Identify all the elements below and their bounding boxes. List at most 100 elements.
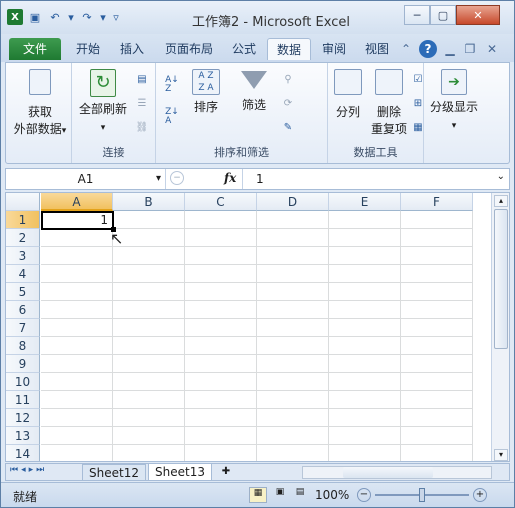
- cell[interactable]: [257, 409, 329, 427]
- horizontal-scrollbar[interactable]: [302, 466, 492, 479]
- tab-file[interactable]: 文件: [9, 38, 61, 60]
- cell[interactable]: [185, 319, 257, 337]
- normal-view-icon[interactable]: ▦: [249, 487, 267, 503]
- cell[interactable]: [113, 355, 185, 373]
- connections-icon[interactable]: ▤: [134, 71, 150, 87]
- expand-formula-bar-icon[interactable]: ⌄: [497, 171, 505, 182]
- cell[interactable]: [257, 319, 329, 337]
- cell[interactable]: [257, 247, 329, 265]
- cell[interactable]: [401, 301, 473, 319]
- cell[interactable]: [113, 229, 185, 247]
- cell[interactable]: [329, 301, 401, 319]
- cell[interactable]: [113, 391, 185, 409]
- cell[interactable]: [401, 265, 473, 283]
- cell[interactable]: [41, 427, 113, 445]
- cell[interactable]: [257, 391, 329, 409]
- zoom-slider-handle[interactable]: [419, 488, 425, 502]
- sheet-nav-icon[interactable]: ⏮◂▸⏭: [10, 465, 47, 475]
- cell[interactable]: [185, 445, 257, 461]
- cell[interactable]: [41, 319, 113, 337]
- cell[interactable]: [41, 247, 113, 265]
- row-header-8[interactable]: 8: [6, 337, 40, 355]
- row-header-12[interactable]: 12: [6, 409, 40, 427]
- cell[interactable]: [329, 247, 401, 265]
- page-break-view-icon[interactable]: ▤: [291, 487, 309, 503]
- cell[interactable]: [257, 265, 329, 283]
- vertical-scrollbar[interactable]: ▴ ▾: [491, 193, 509, 461]
- select-all-corner[interactable]: [6, 193, 40, 211]
- column-header-d[interactable]: D: [257, 193, 329, 211]
- help-icon[interactable]: ?: [419, 40, 437, 58]
- cell[interactable]: [41, 283, 113, 301]
- cell[interactable]: [41, 229, 113, 247]
- cell[interactable]: [401, 427, 473, 445]
- row-header-3[interactable]: 3: [6, 247, 40, 265]
- cell[interactable]: [185, 355, 257, 373]
- cell[interactable]: [329, 373, 401, 391]
- tab-insert[interactable]: 插入: [111, 38, 153, 60]
- tab-data[interactable]: 数据: [267, 38, 311, 60]
- collapse-ribbon-icon[interactable]: ⌃: [399, 38, 413, 60]
- zoom-level[interactable]: 100%: [315, 488, 349, 502]
- cell[interactable]: [329, 355, 401, 373]
- excel-logo-icon[interactable]: X: [7, 9, 23, 25]
- tab-view[interactable]: 视图: [357, 38, 397, 60]
- cell[interactable]: [113, 427, 185, 445]
- text-to-columns-button[interactable]: 分列: [330, 69, 366, 121]
- undo-icon[interactable]: ↶: [47, 9, 63, 25]
- cell[interactable]: [401, 337, 473, 355]
- tab-page-layout[interactable]: 页面布局: [157, 38, 221, 60]
- cell[interactable]: [41, 301, 113, 319]
- sort-ascending-icon[interactable]: A↓ Z: [162, 76, 182, 94]
- insert-sheet-icon[interactable]: ✚: [214, 464, 238, 481]
- cell[interactable]: [329, 283, 401, 301]
- cell[interactable]: [185, 229, 257, 247]
- advanced-filter-icon[interactable]: ✎: [280, 119, 296, 135]
- zoom-out-icon[interactable]: −: [357, 488, 371, 502]
- column-header-e[interactable]: E: [329, 193, 401, 211]
- row-header-10[interactable]: 10: [6, 373, 40, 391]
- tab-formulas[interactable]: 公式: [223, 38, 265, 60]
- cell[interactable]: [329, 409, 401, 427]
- cell[interactable]: [185, 247, 257, 265]
- cell[interactable]: [185, 337, 257, 355]
- name-box[interactable]: A1 ▾: [6, 169, 166, 189]
- formula-input[interactable]: 1: [256, 172, 264, 186]
- cell[interactable]: [41, 391, 113, 409]
- save-icon[interactable]: ▣: [27, 9, 43, 25]
- column-header-f[interactable]: F: [401, 193, 473, 211]
- cell[interactable]: [41, 355, 113, 373]
- doc-restore-icon[interactable]: ❐: [463, 38, 477, 60]
- expand-icon[interactable]: −: [170, 171, 184, 185]
- cell[interactable]: [401, 409, 473, 427]
- scroll-thumb[interactable]: [494, 209, 508, 349]
- outline-button[interactable]: ➔ 分级显示 ▾: [426, 69, 482, 135]
- tab-home[interactable]: 开始: [67, 38, 109, 60]
- scroll-down-icon[interactable]: ▾: [494, 449, 508, 461]
- filter-button[interactable]: 筛选: [234, 69, 274, 114]
- cell[interactable]: [41, 409, 113, 427]
- doc-minimize-icon[interactable]: ▁: [443, 38, 457, 60]
- cell[interactable]: [113, 319, 185, 337]
- cell[interactable]: [113, 445, 185, 461]
- insert-function-icon[interactable]: fx: [224, 171, 236, 185]
- cell[interactable]: [185, 283, 257, 301]
- cell[interactable]: [401, 229, 473, 247]
- column-header-c[interactable]: C: [185, 193, 257, 211]
- column-header-b[interactable]: B: [113, 193, 185, 211]
- cell[interactable]: [113, 301, 185, 319]
- close-button[interactable]: ✕: [456, 5, 500, 25]
- cell[interactable]: [257, 229, 329, 247]
- cell[interactable]: [257, 427, 329, 445]
- cell[interactable]: [401, 391, 473, 409]
- cell[interactable]: [185, 211, 257, 229]
- cell[interactable]: [401, 283, 473, 301]
- cell[interactable]: [113, 211, 185, 229]
- row-header-14[interactable]: 14: [6, 445, 40, 461]
- worksheet-grid[interactable]: ABCDEF 1 2 3 4 5 6 7 8 9 10 11 12 13 14 1 ↖ ▴ ▾: [5, 192, 510, 462]
- zoom-in-icon[interactable]: +: [473, 488, 487, 502]
- get-external-data-button[interactable]: 获取 外部数据▾: [10, 69, 70, 140]
- cell[interactable]: [113, 409, 185, 427]
- cell[interactable]: [185, 427, 257, 445]
- cell[interactable]: [401, 445, 473, 461]
